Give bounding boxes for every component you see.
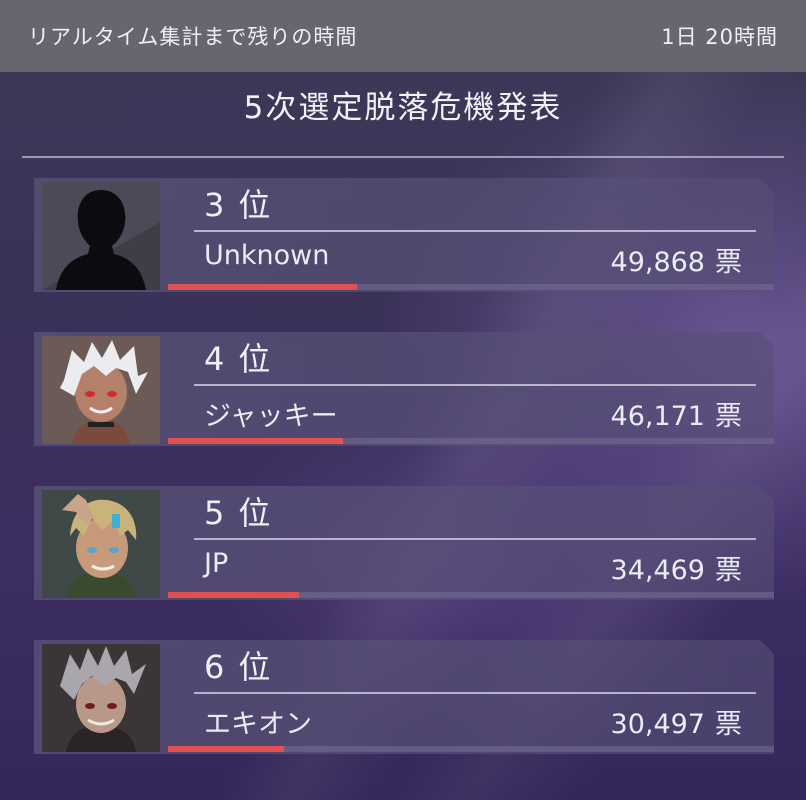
candidate-name: Unknown — [204, 240, 330, 271]
title-divider — [22, 156, 784, 158]
countdown-bar: リアルタイム集計まで残りの時間 1日 20時間 — [0, 0, 806, 72]
entry-divider — [194, 230, 756, 232]
vote-bar-fill — [168, 438, 343, 444]
vote-bar-track — [168, 592, 774, 598]
rank-label: 3位 — [204, 186, 271, 224]
countdown-label: リアルタイム集計まで残りの時間 — [28, 25, 358, 49]
vote-count: 46,171 票 — [610, 401, 742, 432]
entry-divider — [194, 538, 756, 540]
entry-divider — [194, 692, 756, 694]
vote-bar-track — [168, 438, 774, 444]
candidate-name: JP — [204, 548, 229, 579]
ranking-entry-rank-6[interactable]: 6位 エキオン 30,497 票 — [34, 640, 774, 758]
ranking-entry-rank-5[interactable]: 5位 JP 34,469 票 — [34, 486, 774, 604]
vote-bar-track — [168, 746, 774, 752]
vote-bar-fill — [168, 592, 299, 598]
vote-bar-track — [168, 284, 774, 290]
ranking-entry-rank-3[interactable]: 3位 Unknown 49,868 票 — [34, 178, 774, 296]
entry-divider — [194, 384, 756, 386]
candidate-name: エキオン — [204, 709, 312, 740]
rank-label: 6位 — [204, 648, 271, 686]
white-hair-character-avatar-icon — [42, 336, 160, 444]
vote-bar-fill — [168, 746, 284, 752]
vote-bar-fill — [168, 284, 357, 290]
silver-hair-character-avatar-icon — [42, 644, 160, 752]
vote-count: 30,497 票 — [610, 709, 742, 740]
rank-label: 5位 — [204, 494, 271, 532]
vote-count: 49,868 票 — [610, 247, 742, 278]
candidate-name: ジャッキー — [204, 401, 338, 432]
countdown-remaining: 1日 20時間 — [661, 25, 778, 49]
vote-count: 34,469 票 — [610, 555, 742, 586]
silhouette-avatar-icon — [42, 182, 160, 290]
blond-character-avatar-icon — [42, 490, 160, 598]
rank-label: 4位 — [204, 340, 271, 378]
ranking-entry-rank-4[interactable]: 4位 ジャッキー 46,171 票 — [34, 332, 774, 450]
page-title: 5次選定脱落危機発表 — [243, 90, 563, 126]
